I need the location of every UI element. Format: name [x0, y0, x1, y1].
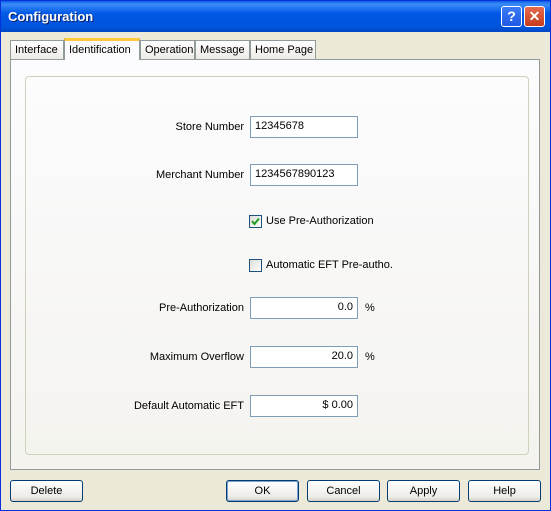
default-auto-eft-label: Default Automatic EFT — [133, 400, 244, 412]
default-auto-eft-field[interactable]: $ 0.00 — [250, 395, 358, 417]
auto-eft-preauth-checkbox[interactable] — [249, 259, 262, 272]
title-bar[interactable]: Configuration ? ✕ — [1, 1, 550, 32]
preauth-label: Pre-Authorization — [159, 302, 244, 314]
max-overflow-label: Maximum Overflow — [149, 351, 244, 363]
delete-button[interactable]: Delete — [10, 480, 83, 502]
configuration-dialog: Configuration ? ✕ Interface Identificati… — [0, 0, 551, 511]
tab-interface[interactable]: Interface — [10, 40, 64, 59]
checkmark-icon — [251, 217, 260, 226]
max-overflow-unit: % — [365, 351, 375, 363]
help-title-button[interactable]: ? — [501, 6, 522, 27]
help-button[interactable]: Help — [468, 480, 541, 502]
use-preauth-label[interactable]: Use Pre-Authorization — [266, 215, 374, 227]
store-number-label: Store Number — [175, 121, 244, 133]
preauth-unit: % — [365, 302, 375, 314]
merchant-number-field[interactable]: 1234567890123 — [250, 164, 358, 186]
ok-button[interactable]: OK — [226, 480, 299, 502]
auto-eft-preauth-label[interactable]: Automatic EFT Pre-autho. — [266, 259, 393, 271]
group-box: Store Number 12345678 Merchant Number 12… — [25, 76, 529, 455]
identification-panel: Store Number 12345678 Merchant Number 12… — [10, 59, 540, 470]
use-preauth-checkbox[interactable] — [249, 215, 262, 228]
close-icon[interactable]: ✕ — [524, 6, 545, 27]
tab-identification[interactable]: Identification — [64, 38, 140, 60]
store-number-field[interactable]: 12345678 — [250, 116, 358, 138]
apply-button[interactable]: Apply — [387, 480, 460, 502]
window-title: Configuration — [8, 9, 94, 24]
merchant-number-label: Merchant Number — [155, 169, 244, 181]
max-overflow-field[interactable]: 20.0 — [250, 346, 358, 368]
tab-operation[interactable]: Operation — [140, 40, 195, 59]
preauth-field[interactable]: 0.0 — [250, 297, 358, 319]
tab-message[interactable]: Message — [195, 40, 250, 59]
tab-home-page[interactable]: Home Page — [250, 40, 316, 59]
cancel-button[interactable]: Cancel — [307, 480, 380, 502]
